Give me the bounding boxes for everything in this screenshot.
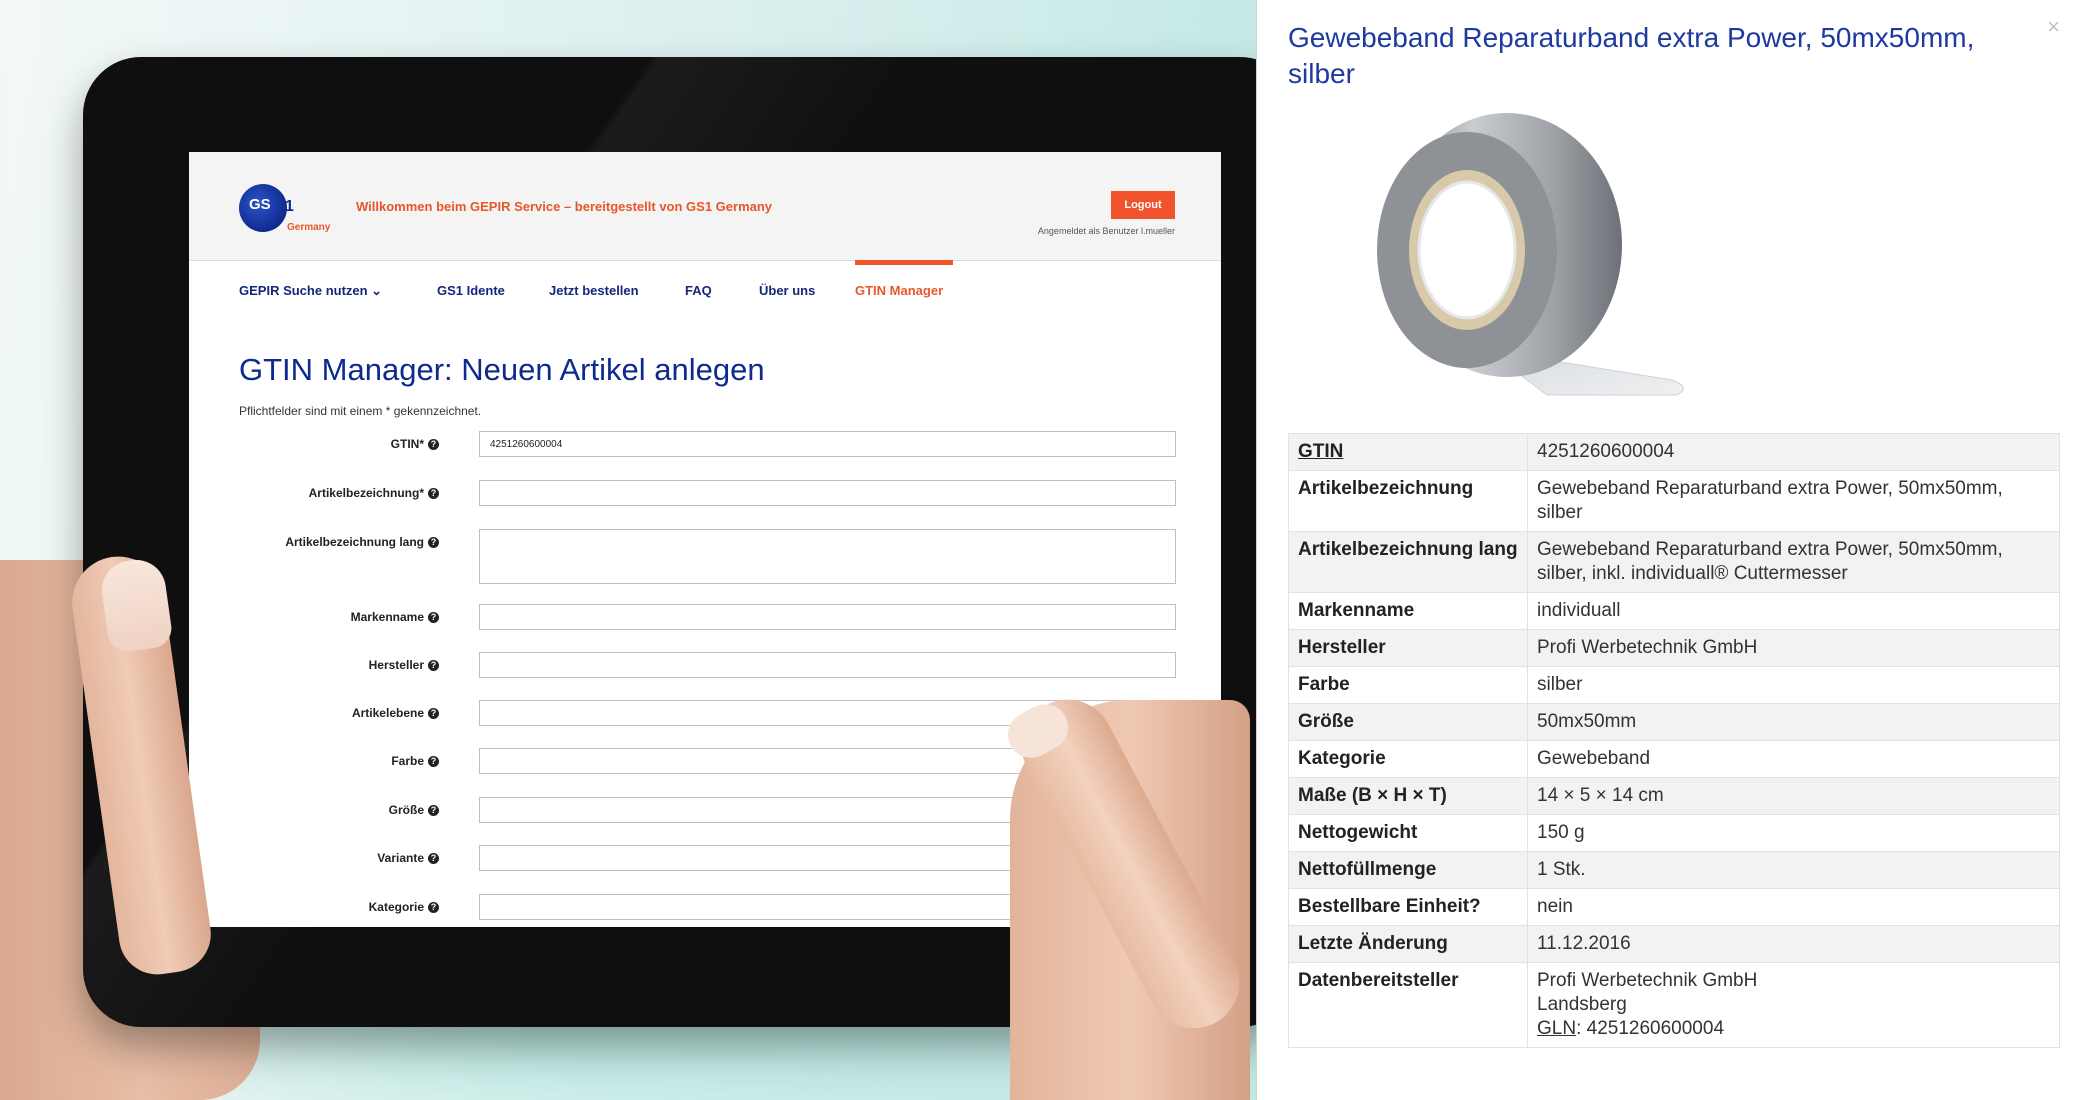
help-icon[interactable]: ? <box>428 537 439 548</box>
table-row: Nettofüllmenge 1 Stk. <box>1288 851 2060 889</box>
attr-value: 150 g <box>1527 814 2060 852</box>
page-title: GTIN Manager: Neuen Artikel anlegen <box>239 352 765 387</box>
help-icon[interactable]: ? <box>428 488 439 499</box>
logged-in-status: Angemeldet als Benutzer l.mueller <box>1037 226 1175 236</box>
table-row: Datenbereitsteller Profi Werbetechnik Gm… <box>1288 962 2060 1048</box>
markenname-input[interactable] <box>479 604 1176 630</box>
attr-key: Artikelbezeichnung <box>1288 470 1528 532</box>
field-label: Artikelbezeichnung lang? <box>285 535 439 549</box>
attr-value: 1 Stk. <box>1527 851 2060 889</box>
help-icon[interactable]: ? <box>428 902 439 913</box>
field-label: Artikelbezeichnung*? <box>309 486 439 500</box>
product-attributes-table: GTIN 4251260600004 Artikelbezeichnung Gewe… <box>1288 433 2060 1048</box>
nav-jetzt-bestellen[interactable]: Jetzt bestellen <box>549 283 639 298</box>
field-label: Farbe? <box>391 754 439 768</box>
table-row: Maße (B × H × T) 14 × 5 × 14 cm <box>1288 777 2060 815</box>
help-icon[interactable]: ? <box>428 439 439 450</box>
table-row: Nettogewicht 150 g <box>1288 814 2060 852</box>
product-image-tape <box>1377 113 1684 396</box>
table-row: GTIN 4251260600004 <box>1288 433 2060 471</box>
nav-gs1-idente[interactable]: GS1 Idente <box>437 283 505 298</box>
site-header: GS 1 Germany Willkommen beim GEPIR Servi… <box>189 152 1221 261</box>
attr-value: 14 × 5 × 14 cm <box>1527 777 2060 815</box>
welcome-text: Willkommen beim GEPIR Service – bereitge… <box>356 199 773 214</box>
gln-value: : 4251260600004 <box>1576 1018 1725 1039</box>
logo-region: Germany <box>287 222 331 233</box>
attr-key: Nettofüllmenge <box>1288 851 1528 889</box>
attr-value: Profi Werbetechnik GmbH <box>1527 629 2060 667</box>
attr-value: Gewebeband Reparaturband extra Power, 50… <box>1527 531 2060 593</box>
field-artikelbezeichnung-lang: Artikelbezeichnung lang? <box>239 529 1189 584</box>
attr-value: 4251260600004 <box>1527 433 2060 471</box>
attr-value: nein <box>1527 888 2060 926</box>
provider-city: Landsberg <box>1537 994 1627 1015</box>
table-row: Größe 50mx50mm <box>1288 703 2060 741</box>
help-icon[interactable]: ? <box>428 805 439 816</box>
table-row: Bestellbare Einheit? nein <box>1288 888 2060 926</box>
provider-name: Profi Werbetechnik GmbH <box>1537 970 1758 991</box>
help-icon[interactable]: ? <box>428 612 439 623</box>
attr-key: Datenbereitsteller <box>1288 962 1528 1048</box>
attr-key: Maße (B × H × T) <box>1288 777 1528 815</box>
gln-label: GLN <box>1537 1018 1577 1039</box>
field-label: Hersteller? <box>369 658 439 672</box>
attr-value: Gewebeband Reparaturband extra Power, 50… <box>1527 470 2060 532</box>
attr-key: Markenname <box>1288 592 1528 630</box>
hersteller-input[interactable] <box>479 652 1176 678</box>
field-label: Kategorie? <box>369 900 439 914</box>
attr-key: Artikelbezeichnung lang <box>1288 531 1528 593</box>
field-artikelbezeichnung: Artikelbezeichnung*? <box>239 480 1189 508</box>
attr-key: Kategorie <box>1288 740 1528 778</box>
field-label: Markenname? <box>351 610 439 624</box>
attr-value: 50mx50mm <box>1527 703 2060 741</box>
logo-text: GS <box>249 196 271 213</box>
attr-key: Bestellbare Einheit? <box>1288 888 1528 926</box>
active-nav-indicator <box>855 260 953 265</box>
table-row: Letzte Änderung 11.12.2016 <box>1288 925 2060 963</box>
table-row: Hersteller Profi Werbetechnik GmbH <box>1288 629 2060 667</box>
main-nav: GEPIR Suche nutzen ⌄ GS1 Idente Jetzt be… <box>189 260 1221 320</box>
table-row: Artikelbezeichnung lang Gewebeband Repara… <box>1288 531 2060 593</box>
table-row: Markenname individuall <box>1288 592 2060 630</box>
field-hersteller: Hersteller? <box>239 652 1189 680</box>
product-title: Gewebeband Reparaturband extra Power, 50… <box>1288 22 1975 89</box>
nav-ueber-uns[interactable]: Über uns <box>759 283 815 298</box>
attr-key: Letzte Änderung <box>1288 925 1528 963</box>
field-label: GTIN*? <box>391 437 439 451</box>
attr-key: GTIN <box>1288 433 1528 471</box>
attr-value: individuall <box>1527 592 2060 630</box>
field-label: Größe? <box>389 803 439 817</box>
help-icon[interactable]: ? <box>428 756 439 767</box>
help-icon[interactable]: ? <box>428 660 439 671</box>
table-row: Farbe silber <box>1288 666 2060 704</box>
provider-gln: GLN: 4251260600004 <box>1537 1017 2050 1041</box>
attr-key: Größe <box>1288 703 1528 741</box>
attr-key: Nettogewicht <box>1288 814 1528 852</box>
help-icon[interactable]: ? <box>428 708 439 719</box>
artikelbezeichnung-input[interactable] <box>479 480 1176 506</box>
help-icon[interactable]: ? <box>428 853 439 864</box>
close-icon[interactable]: × <box>2047 14 2060 40</box>
field-label: Variante? <box>377 851 439 865</box>
required-note: Pflichtfelder sind mit einem * gekennzei… <box>239 404 482 418</box>
table-row: Kategorie Gewebeband <box>1288 740 2060 778</box>
attr-value-provider: Profi Werbetechnik GmbH Landsberg GLN: 4… <box>1527 962 2060 1048</box>
gtin-input[interactable]: 4251260600004 <box>479 431 1176 457</box>
nav-gepir-suche[interactable]: GEPIR Suche nutzen ⌄ <box>239 283 382 299</box>
logo-suffix: 1 <box>285 198 294 215</box>
attr-key: Hersteller <box>1288 629 1528 667</box>
field-label: Artikelebene? <box>352 706 439 720</box>
attr-key: Farbe <box>1288 666 1528 704</box>
logout-button[interactable]: Logout <box>1111 191 1175 219</box>
product-detail-panel: Gewebeband Reparaturband extra Power, 50… <box>1256 0 2091 1100</box>
nav-gtin-manager[interactable]: GTIN Manager <box>855 283 943 298</box>
field-markenname: Markenname? <box>239 604 1189 632</box>
attr-value: silber <box>1527 666 2060 704</box>
table-row: Artikelbezeichnung Gewebeband Reparaturba… <box>1288 470 2060 532</box>
nav-faq[interactable]: FAQ <box>685 283 712 298</box>
artikelbezeichnung-lang-textarea[interactable] <box>479 529 1176 584</box>
attr-value: 11.12.2016 <box>1527 925 2060 963</box>
attr-value: Gewebeband <box>1527 740 2060 778</box>
field-gtin: GTIN*? 4251260600004 <box>239 431 1189 459</box>
